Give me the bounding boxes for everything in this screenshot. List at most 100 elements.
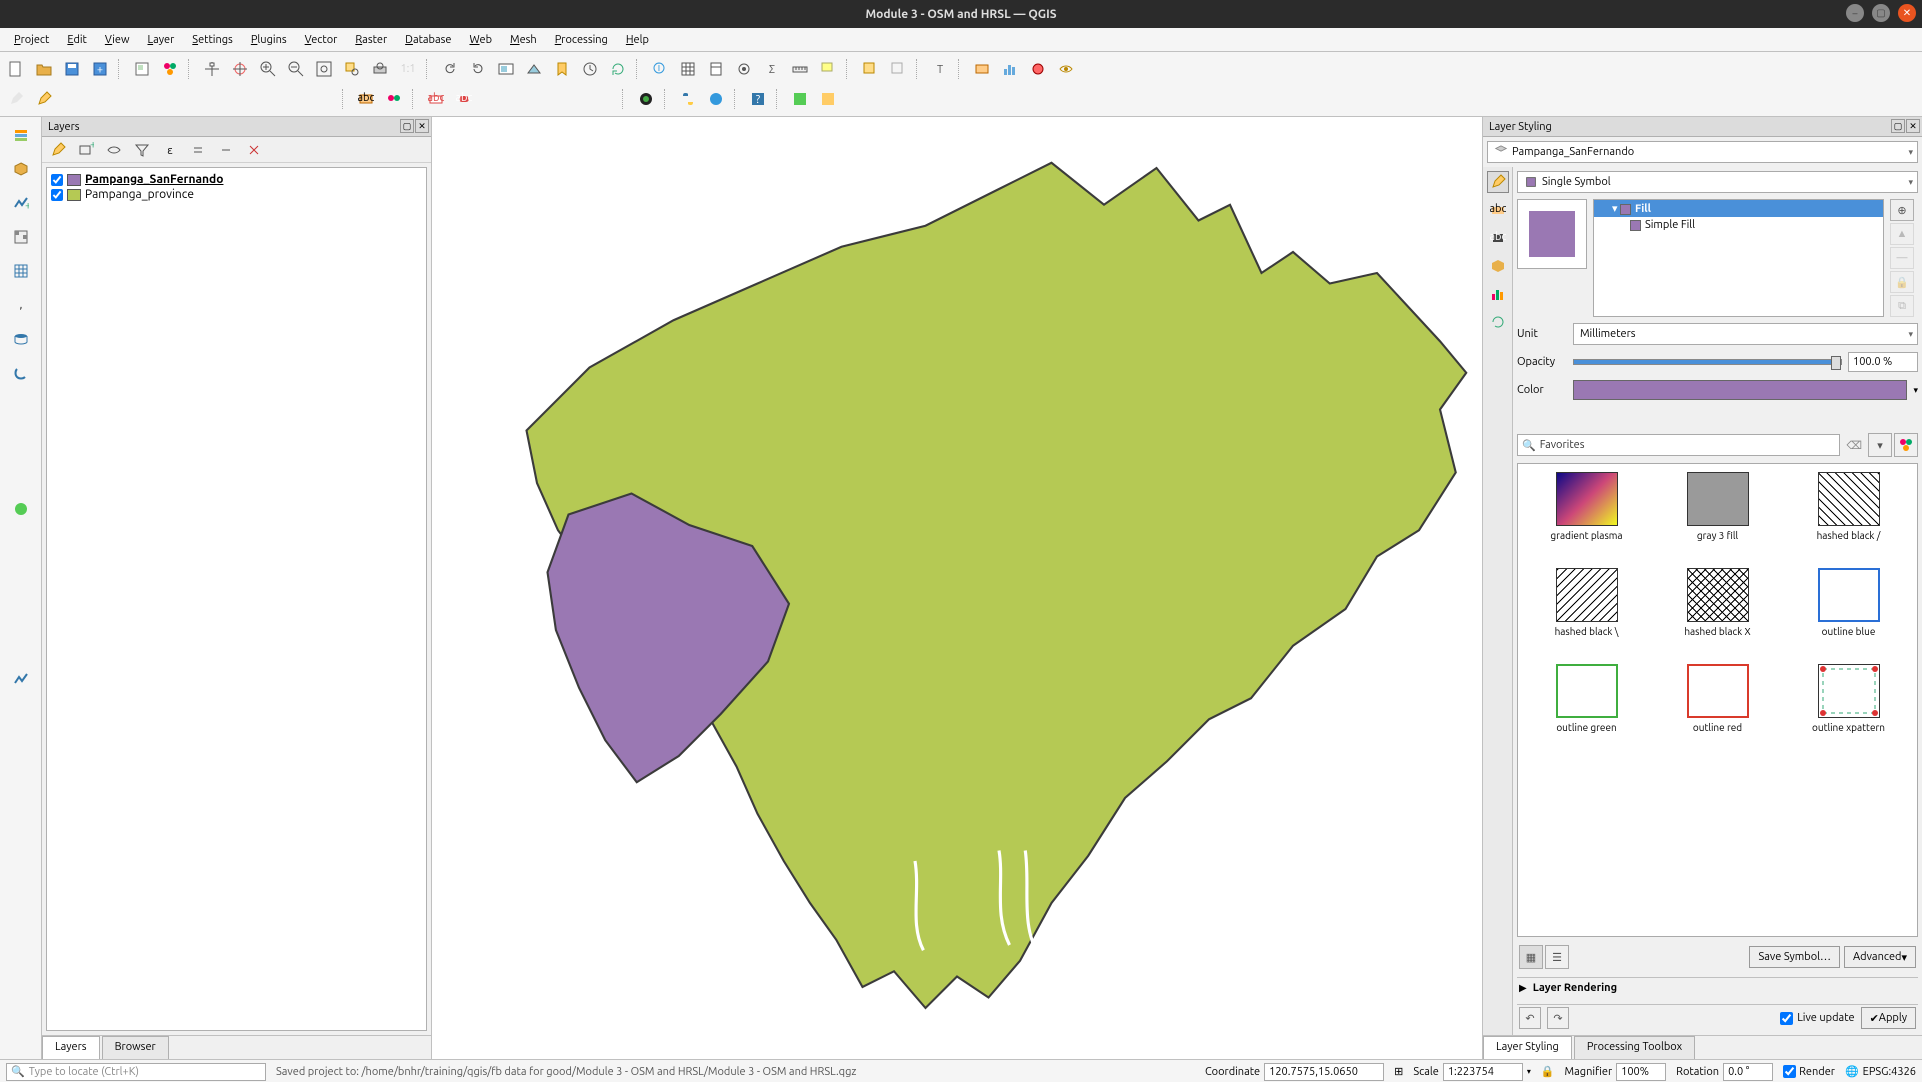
live-update-checkbox[interactable] <box>1780 1012 1793 1025</box>
add-vector-layer-button[interactable]: + <box>6 189 36 217</box>
add-wcs-layer-button[interactable] <box>6 563 36 591</box>
menu-plugins[interactable]: Plugins <box>243 32 295 48</box>
copy-features-button[interactable] <box>228 87 252 111</box>
pin-labels-button[interactable]: abc <box>452 87 476 111</box>
add-group-button[interactable]: + <box>74 138 98 162</box>
field-calculator-button[interactable] <box>704 57 728 81</box>
redo-style-button[interactable]: ↷ <box>1547 1007 1569 1029</box>
remove-symbol-layer-button[interactable]: ▲ <box>1890 223 1914 245</box>
open-attr-table-button[interactable] <box>676 57 700 81</box>
zoom-in-button[interactable] <box>256 57 280 81</box>
data-source-manager-button[interactable] <box>6 121 36 149</box>
move-up-button[interactable]: — <box>1890 247 1914 269</box>
filter-expression-button[interactable]: ε <box>158 138 182 162</box>
processing-toolbox-button[interactable] <box>732 57 756 81</box>
statistics-button[interactable]: Σ <box>760 57 784 81</box>
layers-detach-button[interactable]: ▢ <box>400 119 414 133</box>
select-features-button[interactable] <box>858 57 882 81</box>
layers-tree[interactable]: Pampanga_SanFernando Pampanga_province <box>46 167 427 1031</box>
menu-settings[interactable]: Settings <box>184 32 241 48</box>
layer-visibility-checkbox[interactable] <box>51 189 63 201</box>
scale-combo[interactable]: 1:223754 <box>1443 1063 1523 1081</box>
diagram-properties-button[interactable] <box>382 87 406 111</box>
web-button[interactable] <box>704 87 728 111</box>
style-manager-button[interactable] <box>158 57 182 81</box>
style-search-input[interactable]: 🔍 Favorites <box>1517 434 1840 456</box>
tab-layers[interactable]: Layers <box>42 1036 100 1059</box>
duplicate-button[interactable]: ⧉ <box>1890 295 1914 317</box>
save-edits-button[interactable] <box>60 87 84 111</box>
add-afs-layer-button[interactable] <box>6 631 36 659</box>
save-symbol-button[interactable]: Save Symbol… <box>1749 946 1840 968</box>
style-favorites-grid[interactable]: gradient plasma gray 3 fill hashed black… <box>1517 463 1918 937</box>
menu-raster[interactable]: Raster <box>347 32 395 48</box>
temporal-controller-button[interactable] <box>578 57 602 81</box>
add-xyz-layer-button[interactable] <box>6 529 36 557</box>
masks-tab-button[interactable]: abc <box>1487 227 1509 249</box>
modify-attrs-button[interactable] <box>144 87 168 111</box>
history-tab-button[interactable] <box>1487 311 1509 333</box>
add-wfs-layer-button[interactable] <box>6 597 36 625</box>
menu-view[interactable]: View <box>97 32 138 48</box>
filter-legend-button[interactable] <box>130 138 154 162</box>
save-as-button[interactable]: + <box>88 57 112 81</box>
color-caret-icon[interactable]: ▾ <box>1913 385 1918 396</box>
zoom-full-button[interactable] <box>312 57 336 81</box>
add-mssql-button[interactable] <box>6 393 36 421</box>
icon-view-button[interactable]: ▦ <box>1519 945 1543 969</box>
menu-processing[interactable]: Processing <box>547 32 616 48</box>
layers-close-button[interactable]: ✕ <box>415 119 429 133</box>
collapse-all-button[interactable] <box>214 138 238 162</box>
tab-processing-toolbox[interactable]: Processing Toolbox <box>1574 1036 1695 1059</box>
vertex-tool-button[interactable] <box>116 87 140 111</box>
add-spatialite-button[interactable] <box>6 359 36 387</box>
style-manager-button[interactable] <box>1894 433 1918 457</box>
styling-detach-button[interactable]: ▢ <box>1891 119 1905 133</box>
help-button[interactable]: ? <box>746 87 770 111</box>
undo-style-button[interactable]: ↶ <box>1519 1007 1541 1029</box>
new-bookmark-button[interactable] <box>550 57 574 81</box>
save-project-button[interactable] <box>60 57 84 81</box>
undo-button[interactable] <box>284 87 308 111</box>
menu-help[interactable]: Help <box>618 32 657 48</box>
new-project-button[interactable] <box>4 57 28 81</box>
zoom-out-button[interactable] <box>284 57 308 81</box>
current-edits-button[interactable] <box>4 87 28 111</box>
label-layer-button[interactable]: abc <box>354 87 378 111</box>
symbol-tree-fill[interactable]: ▾ Fill <box>1594 200 1883 217</box>
label-toolbar-button[interactable] <box>970 57 994 81</box>
text-annotation-button[interactable]: T <box>928 57 952 81</box>
expand-all-button[interactable] <box>186 138 210 162</box>
lock-scale-icon[interactable]: 🔒 <box>1541 1065 1555 1078</box>
style-item-gradient-plasma[interactable]: gradient plasma <box>1526 472 1647 554</box>
opacity-slider[interactable] <box>1573 359 1842 365</box>
crs-button[interactable]: 🌐 EPSG:4326 <box>1845 1065 1916 1078</box>
map-canvas[interactable] <box>432 117 1482 1059</box>
style-item-outline-green[interactable]: outline green <box>1526 664 1647 746</box>
style-item-hashed-black-x[interactable]: hashed black X <box>1657 568 1778 650</box>
menu-web[interactable]: Web <box>461 32 500 48</box>
python-console-button[interactable] <box>676 87 700 111</box>
labels-tab-button[interactable]: abc <box>1487 199 1509 221</box>
add-oracle-button[interactable] <box>6 427 36 455</box>
style-item-outline-xpattern[interactable]: outline xpattern <box>1788 664 1909 746</box>
menu-mesh[interactable]: Mesh <box>502 32 545 48</box>
new-geopackage-button[interactable] <box>6 155 36 183</box>
caret-icon[interactable]: ▾ <box>1527 1067 1531 1076</box>
add-feature-button[interactable] <box>88 87 112 111</box>
zoom-native-button[interactable]: 1:1 <box>396 57 420 81</box>
styling-layer-combo[interactable]: Pampanga_SanFernando ▾ <box>1487 141 1918 163</box>
symbol-layer-tree[interactable]: ▾ Fill Simple Fill <box>1593 199 1884 317</box>
apply-button[interactable]: ✔ Apply <box>1861 1007 1916 1029</box>
layer-row-sanfernando[interactable]: Pampanga_SanFernando <box>51 172 422 187</box>
quickosm-button[interactable] <box>634 87 658 111</box>
rotation-spinbox[interactable]: 0.0 ° <box>1723 1063 1773 1081</box>
add-symbol-layer-button[interactable]: ⊕ <box>1890 199 1914 221</box>
extents-icon[interactable]: ⊞ <box>1394 1065 1403 1078</box>
add-raster-layer-button[interactable] <box>6 223 36 251</box>
color-button[interactable] <box>1573 380 1907 400</box>
add-wms-layer-button[interactable] <box>6 495 36 523</box>
render-checkbox[interactable] <box>1783 1065 1796 1078</box>
list-view-button[interactable]: ☰ <box>1545 945 1569 969</box>
deselect-button[interactable] <box>886 57 910 81</box>
